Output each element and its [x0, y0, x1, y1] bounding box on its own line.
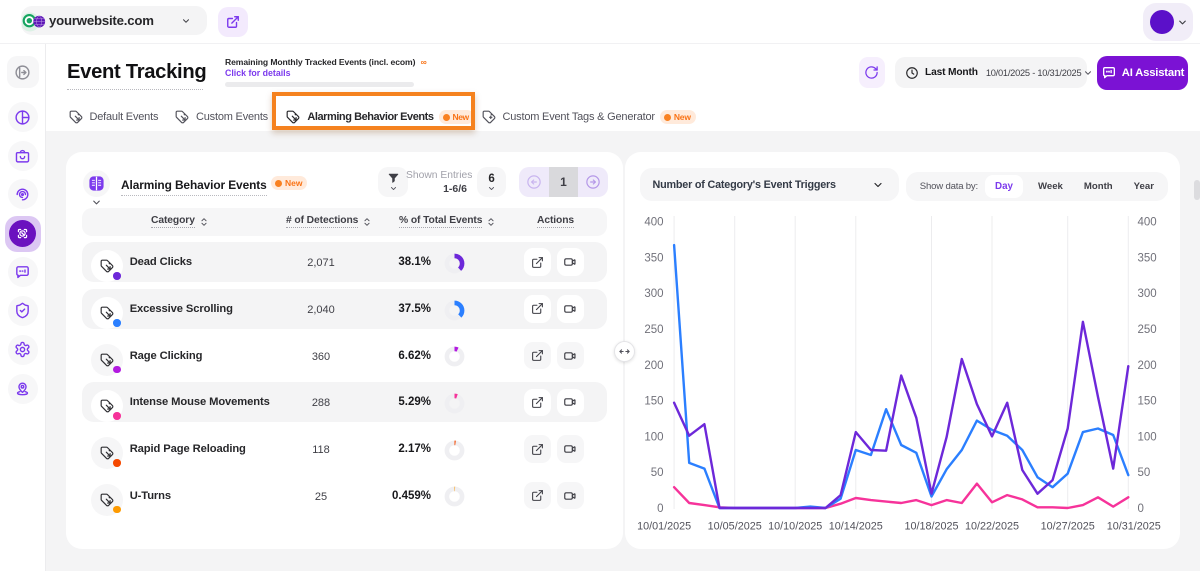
svg-text:0: 0	[657, 503, 663, 515]
svg-text:10/31/2025: 10/31/2025	[1106, 521, 1160, 533]
svg-text:10/10/2025: 10/10/2025	[768, 521, 822, 533]
svg-text:10/05/2025: 10/05/2025	[707, 521, 761, 533]
svg-text:150: 150	[644, 396, 663, 408]
svg-text:350: 350	[1137, 252, 1156, 264]
svg-text:0: 0	[1137, 503, 1143, 515]
svg-text:350: 350	[644, 252, 663, 264]
svg-text:10/18/2025: 10/18/2025	[904, 521, 958, 533]
svg-text:10/22/2025: 10/22/2025	[964, 521, 1018, 533]
svg-text:10/14/2025: 10/14/2025	[828, 521, 882, 533]
svg-text:10/27/2025: 10/27/2025	[1040, 521, 1094, 533]
svg-text:100: 100	[1137, 431, 1156, 443]
svg-text:400: 400	[1137, 217, 1156, 229]
svg-text:250: 250	[1137, 324, 1156, 336]
svg-text:150: 150	[1137, 396, 1156, 408]
svg-text:300: 300	[1137, 288, 1156, 300]
svg-text:200: 200	[644, 360, 663, 372]
svg-text:400: 400	[644, 217, 663, 229]
svg-text:50: 50	[1137, 467, 1150, 479]
svg-text:100: 100	[644, 431, 663, 443]
svg-text:250: 250	[644, 324, 663, 336]
svg-text:300: 300	[644, 288, 663, 300]
svg-text:200: 200	[1137, 360, 1156, 372]
svg-text:10/01/2025: 10/01/2025	[637, 521, 691, 533]
svg-text:50: 50	[650, 467, 663, 479]
